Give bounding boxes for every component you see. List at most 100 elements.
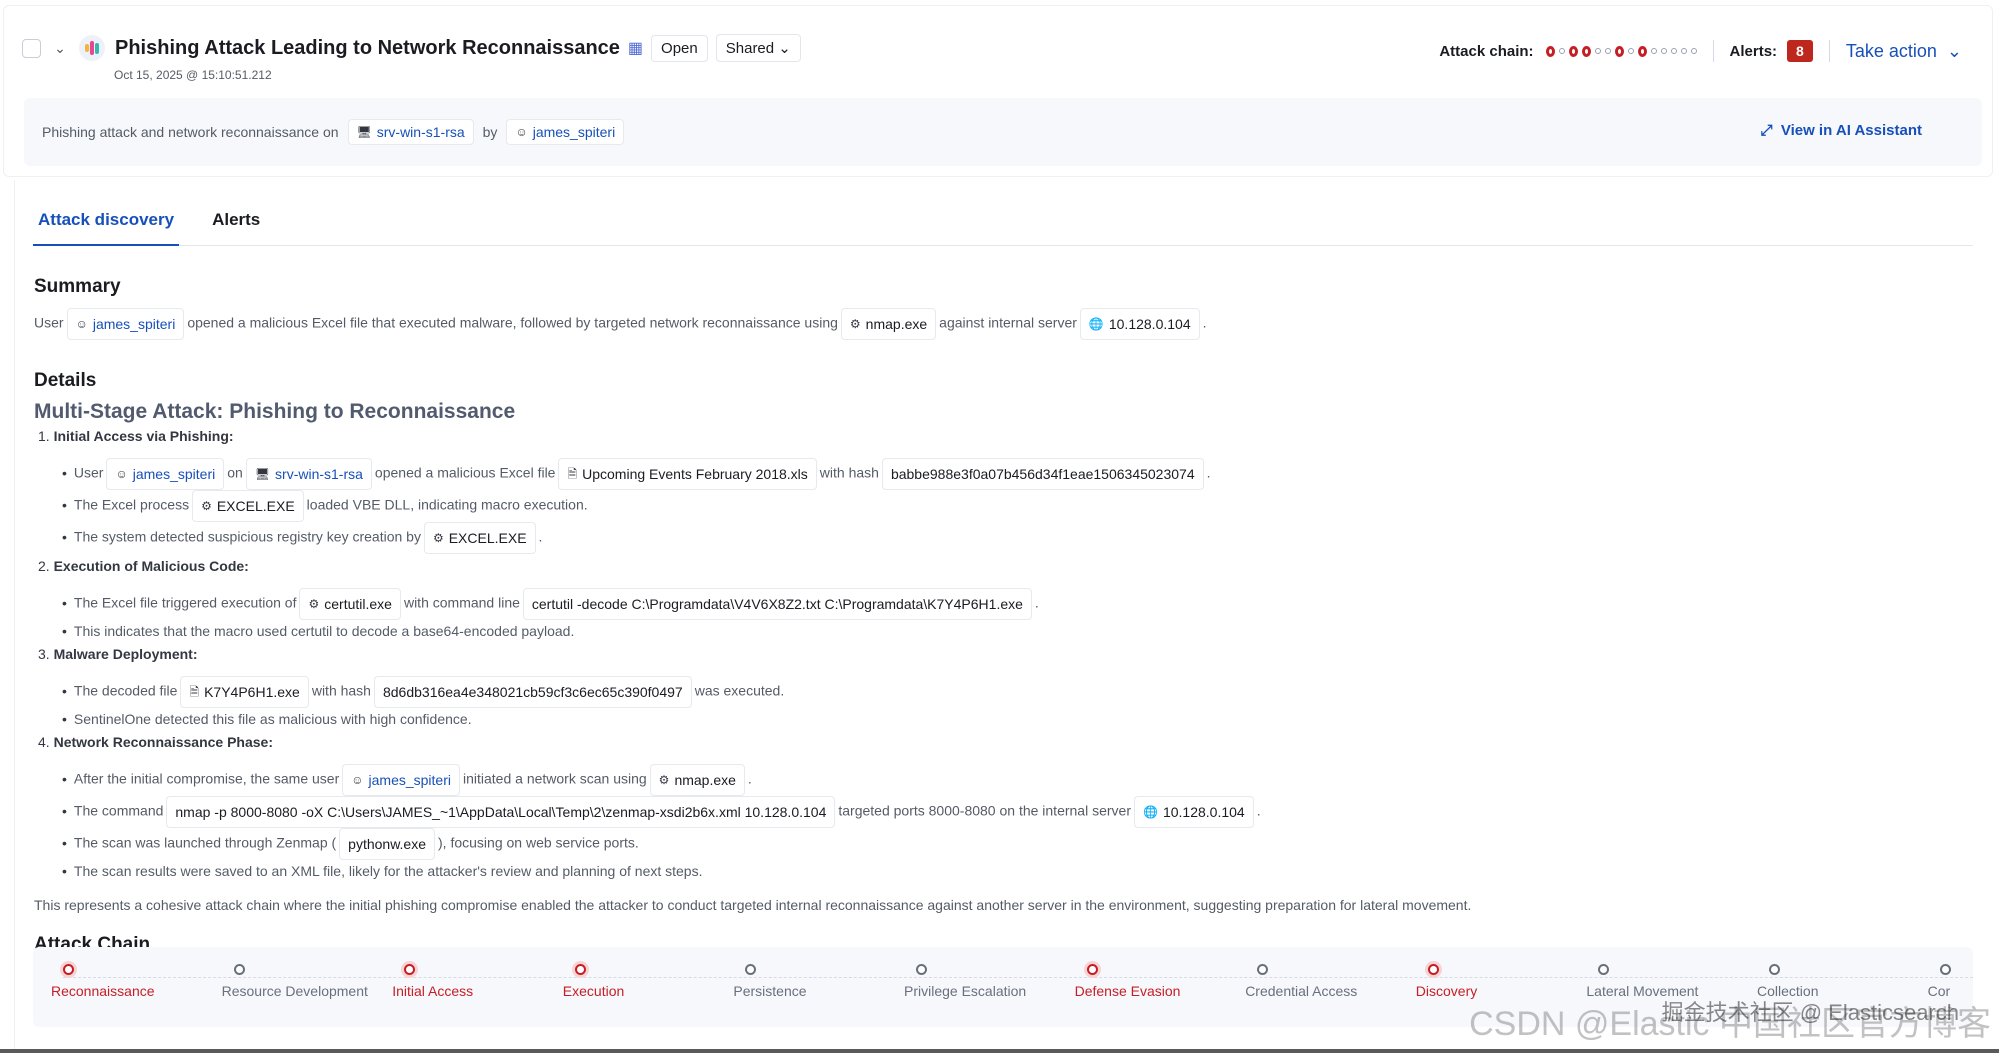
tactic-dot — [1650, 48, 1657, 54]
tactic-item: Resource Development — [222, 964, 368, 999]
file-chip[interactable]: 🗎 K7Y4P6H1.exe — [180, 676, 309, 708]
tactic-item: Privilege Escalation — [904, 964, 1026, 999]
text-segment: with hash — [311, 682, 371, 699]
view-in-ai-assistant-link[interactable]: ⤢ View in AI Assistant — [1760, 122, 1922, 139]
chip-value: james_spiteri — [132, 466, 216, 482]
gear-icon: ⚙ — [432, 531, 444, 545]
text-segment: . — [747, 770, 752, 787]
tactic-label: Reconnaissance — [51, 983, 155, 999]
tactic-dot — [1690, 48, 1697, 54]
chip-value: certutil -decode C:\Programdata\V4V6X8Z2… — [531, 596, 1023, 612]
chip-value: 10.128.0.104 — [1108, 316, 1191, 332]
gear-icon: ⚙ — [308, 597, 320, 611]
tactic-item: Cor — [1928, 964, 1951, 999]
section-heading: 2. Execution of Malicious Code: — [38, 558, 1974, 574]
list-item: The scan was launched through Zenmap (py… — [62, 828, 1974, 860]
bottom-edge — [0, 1049, 1999, 1053]
user-chip[interactable]: ☺ james_spiteri — [66, 308, 185, 340]
list-item: The scan results were saved to an XML fi… — [62, 860, 1974, 882]
tab-attack-discovery[interactable]: Attack discovery — [33, 210, 180, 246]
gear-chip[interactable]: ⚙ nmap.exe — [649, 764, 745, 796]
list-item: User ☺ james_spiteri on 🖥 srv-win-s1-rsa opene… — [62, 458, 1974, 490]
globe-icon: 🌐 — [1088, 317, 1104, 331]
list-item: This indicates that the macro used certu… — [62, 620, 1974, 642]
tactic-marker-icon — [574, 964, 586, 975]
user-chip[interactable]: ☺ james_spiteri — [342, 764, 460, 796]
tab-alerts[interactable]: Alerts — [207, 210, 265, 246]
chip-value: K7Y4P6H1.exe — [204, 684, 300, 700]
value-chip[interactable]: nmap -p 8000-8080 -oX C:\Users\JAMES_~1\… — [166, 796, 836, 828]
section-number: 3. — [38, 646, 50, 662]
take-action-button[interactable]: Take action ⌄ — [1846, 41, 1962, 62]
select-checkbox[interactable] — [22, 38, 41, 58]
tactic-dot — [1558, 48, 1565, 54]
chip-value: james_spiteri — [368, 772, 451, 788]
file-icon: 🗎 — [567, 467, 578, 481]
tactic-label: Resource Development — [221, 983, 368, 999]
section-title: Network Reconnaissance Phase: — [53, 734, 273, 750]
tactic-marker-icon — [1257, 964, 1269, 975]
gear-chip[interactable]: ⚙ certutil.exe — [299, 588, 401, 620]
text-segment: This indicates that the macro used certu… — [73, 623, 575, 639]
text-segment: User — [73, 464, 104, 481]
gear-chip[interactable]: ⚙ EXCEL.EXE — [423, 522, 536, 554]
tactic-item: Discovery — [1416, 964, 1477, 999]
gear-chip[interactable]: ⚙ nmap.exe — [840, 308, 937, 340]
section-number: 1. — [38, 428, 50, 444]
file-chip[interactable]: 🗎 Upcoming Events February 2018.xls — [558, 458, 817, 490]
tactic-dot — [1594, 48, 1601, 54]
text-segment: . — [1256, 802, 1261, 819]
text-segment: The command — [73, 802, 164, 819]
value-chip[interactable]: pythonw.exe — [339, 828, 436, 860]
chip-value: 8d6db316ea4e348021cb59cf3c6ec65c390f0497 — [382, 684, 683, 700]
value-chip[interactable]: certutil -decode C:\Programdata\V4V6X8Z2… — [522, 588, 1032, 620]
visibility-dropdown[interactable]: Shared ⌄ — [715, 34, 801, 62]
by-label: by — [482, 124, 498, 140]
summary-heading: Summary — [34, 276, 121, 297]
chip-value: james_spiteri — [92, 316, 176, 332]
text-segment: on — [227, 464, 243, 481]
tactic-marker-icon — [1598, 964, 1610, 975]
alerts-count-badge: 8 — [1787, 40, 1813, 62]
user-chip[interactable]: ☺ james_spiteri — [506, 119, 625, 145]
calendar-icon: ▦ — [627, 40, 644, 57]
user-chip[interactable]: ☺ james_spiteri — [106, 458, 225, 490]
alerts-label: Alerts: — [1729, 42, 1778, 60]
text-segment: initiated a network scan using — [463, 770, 647, 787]
list-item: SentinelOne detected this file as malici… — [62, 708, 1974, 730]
tactic-item: Collection — [1757, 964, 1818, 999]
section-title: Execution of Malicious Code: — [53, 558, 249, 574]
list-item: The Excel process ⚙ EXCEL.EXE loaded VBE DL… — [62, 490, 1974, 522]
user-icon: ☺ — [515, 125, 528, 139]
globe-chip[interactable]: 🌐 10.128.0.104 — [1134, 796, 1254, 828]
value-chip[interactable]: babbe988e3f0a07b456d34f1eae1506345023074 — [881, 458, 1204, 490]
section-number: 2. — [38, 558, 50, 574]
divider — [1828, 40, 1830, 62]
section-heading: 3. Malware Deployment: — [38, 646, 1974, 662]
details-subheading: Multi-Stage Attack: Phishing to Reconnai… — [34, 400, 516, 423]
tactic-label: Privilege Escalation — [904, 983, 1027, 999]
host-icon: 🖥 — [356, 125, 372, 139]
chip-value: certutil.exe — [324, 596, 392, 612]
tactic-dot — [1604, 48, 1611, 54]
chip-value: EXCEL.EXE — [448, 530, 527, 546]
collapse-chevron-icon[interactable]: ⌄ — [49, 40, 71, 57]
tactic-item: Credential Access — [1245, 964, 1357, 999]
host-name: srv-win-s1-rsa — [376, 124, 465, 140]
chip-value: 10.128.0.104 — [1162, 804, 1245, 820]
gear-chip[interactable]: ⚙ EXCEL.EXE — [192, 490, 304, 522]
chip-value: pythonw.exe — [348, 836, 427, 852]
host-chip[interactable]: 🖥 srv-win-s1-rsa — [245, 458, 372, 490]
text-segment: User — [34, 314, 64, 331]
globe-chip[interactable]: 🌐 10.128.0.104 — [1079, 308, 1200, 340]
chip-value: nmap.exe — [865, 316, 928, 332]
host-chip[interactable]: 🖥 srv-win-s1-rsa — [347, 119, 474, 145]
text-segment: The Excel process — [73, 496, 190, 513]
tactic-label: Persistence — [733, 983, 807, 999]
section-heading: 4. Network Reconnaissance Phase: — [38, 734, 1974, 750]
text-segment: opened a malicious Excel file that execu… — [187, 314, 838, 331]
gear-icon: ⚙ — [201, 499, 212, 513]
summary-prefix: Phishing attack and network reconnaissan… — [42, 124, 339, 140]
tactic-label: Credential Access — [1245, 983, 1358, 999]
value-chip[interactable]: 8d6db316ea4e348021cb59cf3c6ec65c390f0497 — [373, 676, 692, 708]
